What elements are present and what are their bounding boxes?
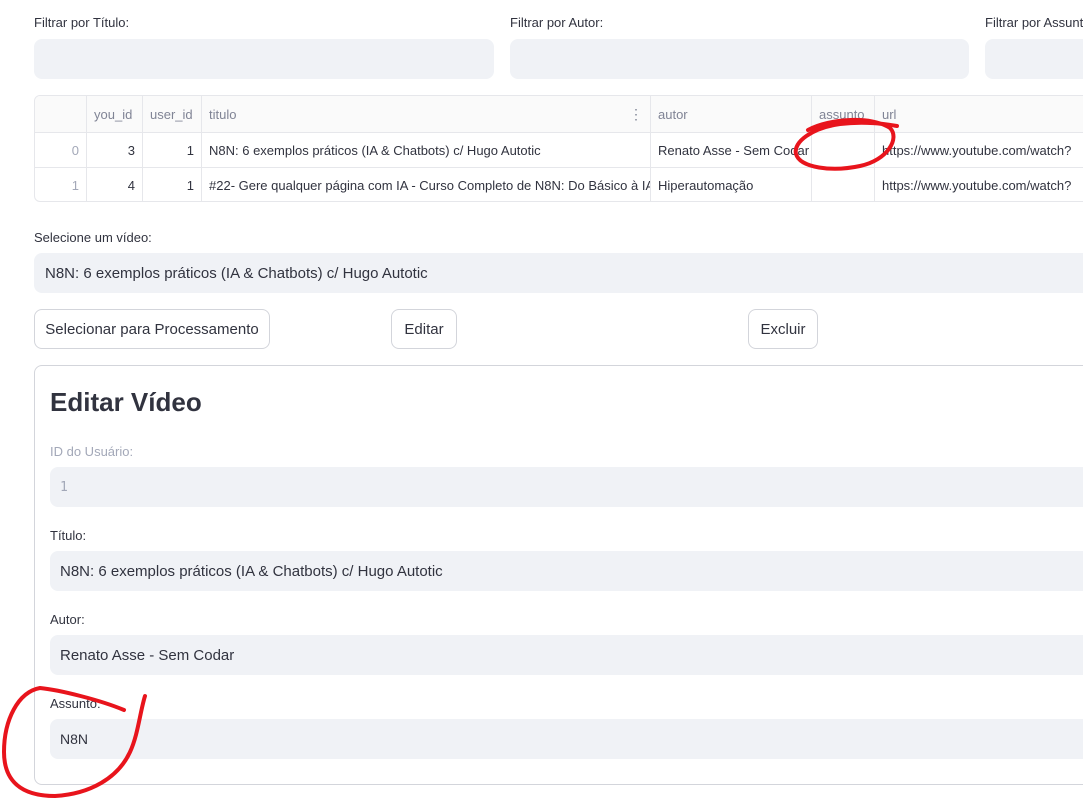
videos-table[interactable]: you_id user_id titulo ⋮ autor assunto ur… xyxy=(34,95,1083,202)
table-row[interactable]: 1 4 1 #22- Gere qualquer página com IA -… xyxy=(35,168,1083,201)
cell-assunto[interactable] xyxy=(812,133,875,167)
cell-user-id[interactable]: 1 xyxy=(143,168,202,201)
edit-button[interactable]: Editar xyxy=(391,309,457,349)
table-header-row: you_id user_id titulo ⋮ autor assunto ur… xyxy=(35,96,1083,133)
cell-titulo[interactable]: N8N: 6 exemplos práticos (IA & Chatbots)… xyxy=(202,133,651,167)
assunto-label: Assunto: xyxy=(50,696,101,711)
column-header-autor[interactable]: autor xyxy=(651,96,812,132)
user-id-label: ID do Usuário: xyxy=(50,444,134,459)
filter-title-input[interactable] xyxy=(34,39,494,79)
cell-you-id[interactable]: 3 xyxy=(87,133,143,167)
autor-label: Autor: xyxy=(50,612,85,627)
autor-field[interactable]: Renato Asse - Sem Codar xyxy=(50,635,1083,675)
table-row[interactable]: 0 3 1 N8N: 6 exemplos práticos (IA & Cha… xyxy=(35,133,1083,168)
cell-user-id[interactable]: 1 xyxy=(143,133,202,167)
cell-assunto[interactable] xyxy=(812,168,875,201)
column-header-user-id[interactable]: user_id xyxy=(143,96,202,132)
cell-titulo[interactable]: #22- Gere qualquer página com IA - Curso… xyxy=(202,168,651,201)
edit-form-title: Editar Vídeo xyxy=(50,387,202,417)
cell-autor[interactable]: Hiperautomação xyxy=(651,168,812,201)
delete-button[interactable]: Excluir xyxy=(748,309,818,349)
titulo-field[interactable]: N8N: 6 exemplos práticos (IA & Chatbots)… xyxy=(50,551,1083,591)
filter-subject-label: Filtrar por Assunto: xyxy=(985,15,1083,30)
select-for-processing-button[interactable]: Selecionar para Processamento xyxy=(34,309,270,349)
cell-you-id[interactable]: 4 xyxy=(87,168,143,201)
titulo-label: Título: xyxy=(50,528,87,543)
column-header-index xyxy=(35,96,87,132)
cell-url[interactable]: https://www.youtube.com/watch? xyxy=(875,133,1083,167)
row-index: 0 xyxy=(35,133,87,167)
column-header-titulo-label: titulo xyxy=(209,106,237,122)
user-id-field: 1 xyxy=(50,467,1083,507)
select-video-label: Selecione um vídeo: xyxy=(34,230,152,245)
column-header-url[interactable]: url xyxy=(875,96,1083,132)
column-header-assunto[interactable]: assunto xyxy=(812,96,875,132)
kebab-menu-icon[interactable]: ⋮ xyxy=(629,106,643,123)
filter-author-input[interactable] xyxy=(510,39,969,79)
filter-title-label: Filtrar por Título: xyxy=(34,15,130,30)
row-index: 1 xyxy=(35,168,87,201)
column-header-you-id[interactable]: you_id xyxy=(87,96,143,132)
assunto-field[interactable]: N8N xyxy=(50,719,1083,759)
column-header-titulo[interactable]: titulo ⋮ xyxy=(202,96,651,132)
filter-author-label: Filtrar por Autor: xyxy=(510,15,604,30)
filter-subject-input[interactable] xyxy=(985,39,1083,79)
select-video-dropdown[interactable]: N8N: 6 exemplos práticos (IA & Chatbots)… xyxy=(34,253,1083,293)
cell-url[interactable]: https://www.youtube.com/watch? xyxy=(875,168,1083,201)
cell-autor[interactable]: Renato Asse - Sem Codar xyxy=(651,133,812,167)
